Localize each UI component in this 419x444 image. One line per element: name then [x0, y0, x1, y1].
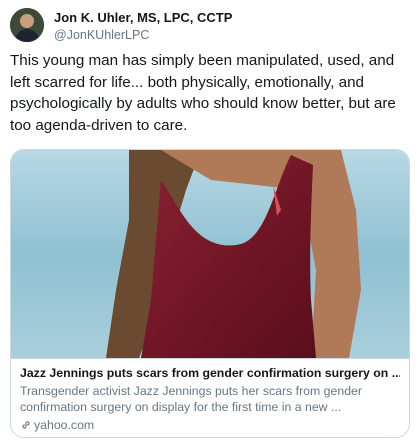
- author-name[interactable]: Jon K. Uhler, MS, LPC, CCTP: [54, 10, 232, 25]
- tweet-text: This young man has simply been manipulat…: [10, 52, 396, 134]
- author-handle[interactable]: @JonKUhlerLPC: [54, 28, 149, 42]
- link-card[interactable]: Jazz Jennings puts scars from gender con…: [10, 149, 410, 438]
- card-domain: yahoo.com: [34, 418, 95, 432]
- card-meta: Jazz Jennings puts scars from gender con…: [11, 358, 409, 437]
- card-description: Transgender activist Jazz Jennings puts …: [20, 384, 362, 414]
- card-title[interactable]: Jazz Jennings puts scars from gender con…: [20, 365, 400, 381]
- tweet: Jon K. Uhler, MS, LPC, CCTP @JonKUhlerLP…: [0, 0, 419, 444]
- card-image: [11, 150, 409, 358]
- avatar[interactable]: [10, 8, 44, 42]
- link-icon: [22, 421, 30, 429]
- avatar-image: [10, 8, 44, 42]
- card-domain-row[interactable]: yahoo.com: [20, 417, 400, 433]
